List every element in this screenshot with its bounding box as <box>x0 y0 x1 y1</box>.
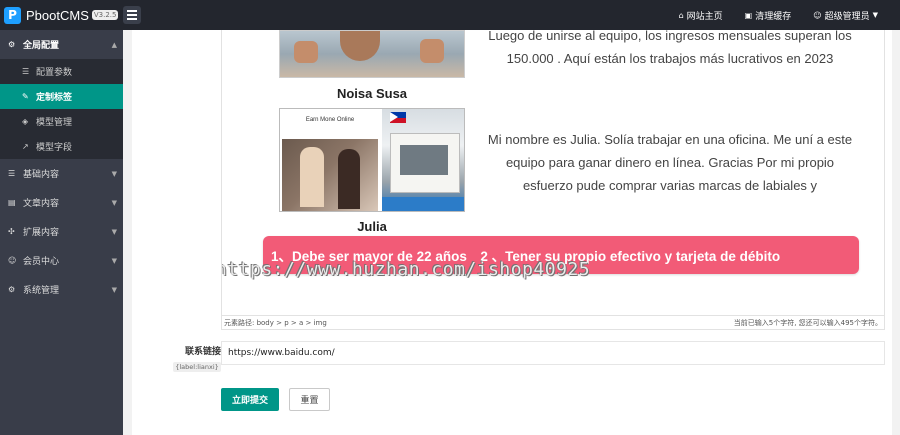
expand-icon: ✣ <box>8 227 15 236</box>
reset-button[interactable]: 重置 <box>289 388 330 411</box>
char-counter: 当前已输入5个字符, 您还可以输入495个字符。 <box>733 318 882 327</box>
testimonial-text-1: Luego de unirse al equipo, los ingresos … <box>488 30 852 66</box>
form-panel: Noisa Susa Luego de unirse al equipo, lo… <box>132 30 892 435</box>
home-icon: ⌂ <box>678 10 684 20</box>
submit-button[interactable]: 立即提交 <box>221 388 279 411</box>
chevron-down-icon: ▼ <box>872 11 878 19</box>
version-badge: V3.2.5 <box>91 10 119 20</box>
sidebar-item-model-manage[interactable]: ◈ 模型管理 <box>0 109 123 134</box>
user-icon: ☺ <box>8 256 17 265</box>
wrench-icon: ✎ <box>22 92 29 101</box>
caption-julia: Julia <box>357 219 387 234</box>
chevron-up-icon: ▲ <box>111 40 117 49</box>
trash-icon: ▣ <box>744 10 753 20</box>
philippines-flag-icon <box>390 112 406 123</box>
sidebar-item-custom-tags[interactable]: ✎ 定制标签 <box>0 84 123 109</box>
logo[interactable]: P PbootCMS V3.2.5 <box>0 0 123 30</box>
sidebar-group-basic-content[interactable]: ☰ 基础内容 ▼ <box>0 159 123 188</box>
sliders-icon: ☰ <box>22 67 30 76</box>
chevron-down-icon: ▼ <box>111 256 117 265</box>
cube-icon: ◈ <box>22 117 29 126</box>
sidebar-group-member-center[interactable]: ☺ 会员中心 ▼ <box>0 246 123 275</box>
clear-cache-link[interactable]: ▣ 清理缓存 <box>745 9 792 22</box>
image-label: Earn Mone Online <box>305 117 355 123</box>
link-field-tag: {label:lianxi} <box>173 362 221 372</box>
sidebar-group-extended-content[interactable]: ✣ 扩展内容 ▼ <box>0 217 123 246</box>
sidebar-item-config-params[interactable]: ☰ 配置参数 <box>0 59 123 84</box>
rich-text-editor[interactable]: Noisa Susa Luego de unirse al equipo, lo… <box>221 30 885 330</box>
testimonial-text-2: Mi nombre es Julia. Solía trabajar en un… <box>487 132 853 193</box>
home-link[interactable]: ⌂ 网站主页 <box>679 9 723 22</box>
link-input[interactable]: https://www.baidu.com/ <box>221 341 885 365</box>
menu-toggle-button[interactable] <box>123 6 141 24</box>
sidebar-group-article-content[interactable]: ▤ 文章内容 ▼ <box>0 188 123 217</box>
pboot-logo-icon: P <box>4 6 21 24</box>
editor-body[interactable]: Noisa Susa Luego de unirse al equipo, lo… <box>222 30 884 315</box>
app-name: PbootCMS <box>26 7 89 23</box>
sidebar-submenu: ☰ 配置参数 ✎ 定制标签 ◈ 模型管理 ↗ 模型字段 <box>0 59 123 159</box>
user-menu[interactable]: ☺ 超级管理员 ▼ <box>813 9 878 22</box>
main-content: Noisa Susa Luego de unirse al equipo, lo… <box>123 30 900 435</box>
element-path: 元素路径: body > p > a > img <box>224 318 327 327</box>
chevron-down-icon: ▼ <box>111 198 117 207</box>
sidebar-group-system-manage[interactable]: ⚙ 系统管理 ▼ <box>0 275 123 304</box>
chevron-down-icon: ▼ <box>111 285 117 294</box>
sliders-icon: ☰ <box>8 169 16 178</box>
sidebar: ⚙ 全局配置 ▲ ☰ 配置参数 ✎ 定制标签 ◈ 模型管理 ↗ 模型字段 ☰ 基… <box>0 30 123 435</box>
profile-photo-julia[interactable]: Earn Mone Online <box>279 108 465 212</box>
profile-photo-noisa[interactable] <box>279 30 465 78</box>
sidebar-item-model-fields[interactable]: ↗ 模型字段 <box>0 134 123 159</box>
user-icon: ☺ <box>813 10 822 20</box>
cog-icon: ⚙ <box>8 285 16 294</box>
editor-status-bar: 元素路径: body > p > a > img 当前已输入5个字符, 您还可以… <box>222 315 884 329</box>
caption-noisa: Noisa Susa <box>336 86 408 101</box>
link-field-label: 联系链接 <box>184 347 221 357</box>
watermark-text: https://www.huzhan.com/ishop40925 <box>221 259 591 280</box>
top-bar: P PbootCMS V3.2.5 ⌂ 网站主页 ▣ 清理缓存 ☺ 超级管理员 … <box>0 0 900 30</box>
chevron-down-icon: ▼ <box>111 169 117 178</box>
file-icon: ▤ <box>8 198 16 207</box>
external-link-icon: ↗ <box>22 142 29 151</box>
sidebar-group-global-config[interactable]: ⚙ 全局配置 ▲ <box>0 30 123 59</box>
chevron-down-icon: ▼ <box>111 227 117 236</box>
gear-icon: ⚙ <box>8 40 16 49</box>
